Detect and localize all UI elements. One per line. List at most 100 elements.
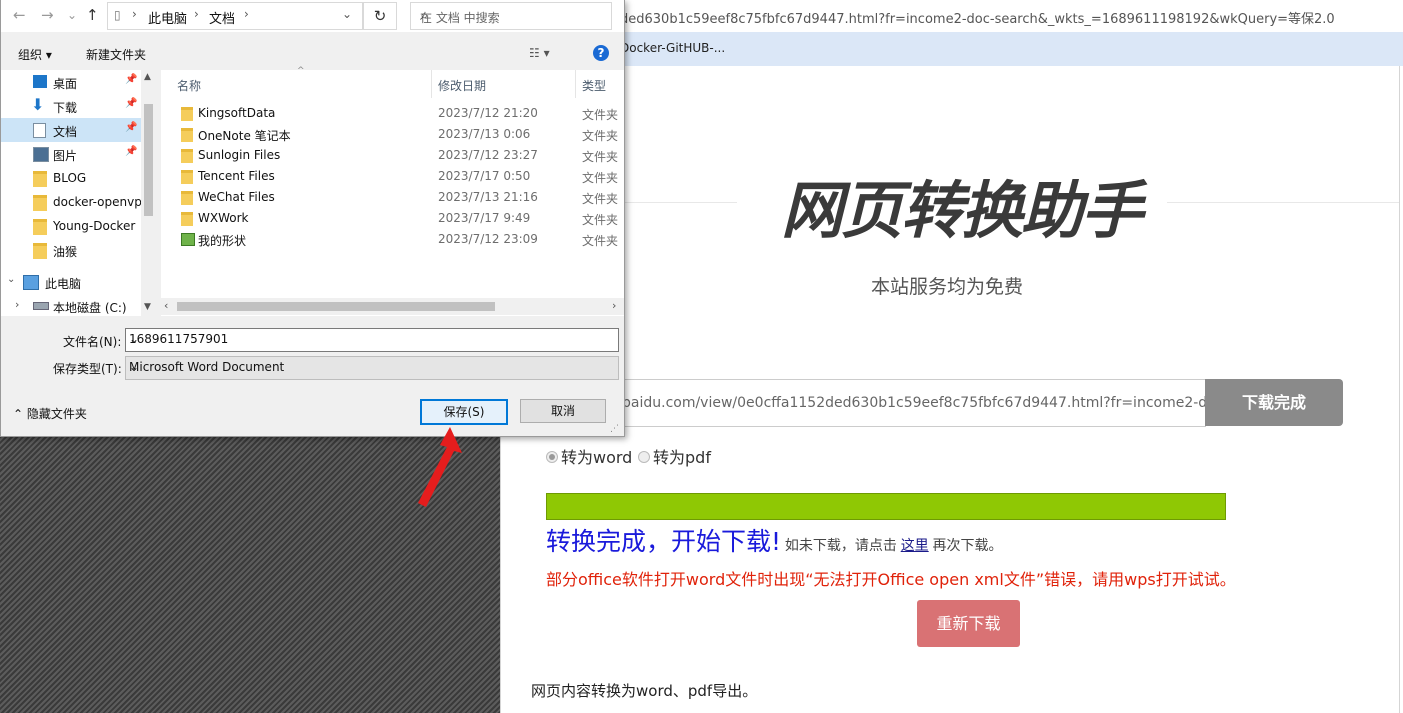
document-icon xyxy=(33,123,46,138)
search-input[interactable]: 在 文档 中搜索 ⌕ xyxy=(410,2,612,30)
view-options-icon[interactable]: ☷ ▾ xyxy=(529,46,550,60)
pin-icon: 📌 xyxy=(125,146,138,157)
file-row[interactable]: KingsoftData 2023/7/12 21:20 文件夹 xyxy=(161,103,624,124)
hide-folders-toggle[interactable]: ⌃ 隐藏文件夹 xyxy=(13,405,87,422)
nav-item-label: Young-Docker xyxy=(53,219,136,233)
file-row[interactable]: OneNote 笔记本 2023/7/13 0:06 文件夹 xyxy=(161,124,624,145)
nav-item-desktop[interactable]: 桌面 📌 xyxy=(1,70,141,94)
scrollbar-thumb[interactable] xyxy=(144,104,153,216)
file-row[interactable]: WXWork 2023/7/17 9:49 文件夹 xyxy=(161,208,624,229)
desktop-icon xyxy=(33,75,47,88)
folder-icon xyxy=(181,107,193,121)
file-type: 文件夹 xyxy=(582,171,619,185)
download-done-button[interactable]: 下载完成 xyxy=(1205,379,1343,426)
sort-up-icon: ^ xyxy=(297,66,305,76)
done-message-big: 转换完成，开始下载! xyxy=(546,527,782,556)
file-row[interactable]: 我的形状 2023/7/12 23:09 文件夹 xyxy=(161,229,624,250)
file-row[interactable]: WeChat Files 2023/7/13 21:16 文件夹 xyxy=(161,187,624,208)
forward-arrow-icon[interactable]: → xyxy=(41,6,54,24)
redownload-link[interactable]: 这里 xyxy=(901,538,929,554)
address-breadcrumb[interactable]: ▯ › 此电脑 › 文档 › ⌄ xyxy=(107,2,363,30)
folder-icon xyxy=(181,149,193,163)
file-name: 我的形状 xyxy=(198,234,247,248)
file-name: WeChat Files xyxy=(198,190,275,204)
column-header-modified[interactable]: 修改日期 xyxy=(438,77,486,94)
nav-item-documents[interactable]: 文档 📌 xyxy=(1,118,141,142)
web-page-content: 网页转换助手 本站服务均为免费 baidu.com/view/0e0cffa11… xyxy=(500,66,1400,713)
nav-item-blog[interactable]: BLOG xyxy=(1,166,141,190)
organize-menu[interactable]: 组织 ▾ xyxy=(18,46,52,63)
column-divider[interactable] xyxy=(431,70,432,98)
new-folder-button[interactable]: 新建文件夹 xyxy=(86,46,146,63)
radio-word-circle[interactable] xyxy=(546,450,558,463)
nav-item-youhou[interactable]: 油猴 xyxy=(1,238,141,262)
browser-url-text[interactable]: ded630b1c59eef8c75fbfc67d9447.html?fr=in… xyxy=(620,8,1335,27)
filetype-select[interactable]: Microsoft Word Document ⌄ xyxy=(125,356,619,380)
chevron-down-icon[interactable]: ⌄ xyxy=(342,7,352,21)
done-message-hint-tail: 再次下载。 xyxy=(932,538,1003,554)
breadcrumb-documents[interactable]: 文档 xyxy=(209,8,235,27)
file-name: WXWork xyxy=(198,211,249,225)
nav-item-pictures[interactable]: 图片 📌 xyxy=(1,142,141,166)
page-title: 网页转换助手 xyxy=(781,174,1143,247)
nav-item-this-pc[interactable]: ⌄ 此电脑 xyxy=(1,270,141,294)
back-arrow-icon[interactable]: ← xyxy=(13,6,26,24)
file-list-hscrollbar[interactable]: ‹ › xyxy=(161,298,624,315)
column-header-name[interactable]: 名称 xyxy=(177,77,201,94)
radio-word-label: 转为word xyxy=(561,448,633,467)
help-icon[interactable]: ? xyxy=(593,45,609,61)
chevron-down-icon[interactable]: ⌄ xyxy=(129,332,614,346)
file-row[interactable]: Sunlogin Files 2023/7/12 23:27 文件夹 xyxy=(161,145,624,166)
dialog-toolbar: 组织 ▾ 新建文件夹 ☷ ▾ xyxy=(1,38,624,68)
scroll-left-icon[interactable]: ‹ xyxy=(164,299,168,312)
conversion-progress-bar xyxy=(546,493,1226,520)
refresh-icon[interactable]: ↻ xyxy=(363,2,397,30)
scrollbar-thumb[interactable] xyxy=(177,302,495,311)
radio-pdf-circle[interactable] xyxy=(638,450,650,463)
picture-icon xyxy=(33,147,49,162)
chevron-up-icon: ⌃ xyxy=(13,407,24,421)
chevron-down-icon[interactable]: ⌄ xyxy=(129,360,614,374)
address-doc-icon: ▯ xyxy=(114,8,121,22)
folder-icon xyxy=(181,128,193,142)
up-arrow-icon[interactable]: ↑ xyxy=(86,6,99,24)
column-divider[interactable] xyxy=(575,70,576,98)
bookmark-item[interactable]: Docker-GitHUB-... xyxy=(620,41,725,55)
chevron-right-icon: › xyxy=(244,7,249,21)
scroll-right-icon[interactable]: › xyxy=(612,299,616,312)
nav-item-label: 桌面 xyxy=(53,77,78,91)
nav-item-label: 此电脑 xyxy=(45,277,82,291)
save-button[interactable]: 保存(S) xyxy=(420,399,508,425)
file-date: 2023/7/17 9:49 xyxy=(438,211,531,225)
resize-grip-icon[interactable]: ⋰ xyxy=(610,424,619,434)
pin-icon: 📌 xyxy=(125,98,138,109)
file-type: 文件夹 xyxy=(582,192,619,206)
nav-item-downloads[interactable]: ⬇ 下载 📌 xyxy=(1,94,141,118)
pin-icon: 📌 xyxy=(125,122,138,133)
radio-pdf-option[interactable]: 转为pdf xyxy=(638,444,711,468)
file-row[interactable]: Tencent Files 2023/7/17 0:50 文件夹 xyxy=(161,166,624,187)
filename-input[interactable]: 1689611757901 ⌄ xyxy=(125,328,619,352)
file-date: 2023/7/17 0:50 xyxy=(438,169,531,183)
redownload-button[interactable]: 重新下载 xyxy=(917,600,1020,647)
url-input-value: baidu.com/view/0e0cffa1152ded630b1c59eef… xyxy=(622,395,1206,411)
history-dropdown-icon[interactable]: ⌄ xyxy=(67,8,77,22)
folder-icon xyxy=(33,171,47,187)
chevron-right-icon: › xyxy=(194,7,199,21)
breadcrumb-this-pc[interactable]: 此电脑 xyxy=(148,8,187,27)
chevron-down-icon[interactable]: ⌄ xyxy=(7,274,15,285)
nav-item-local-disk[interactable]: › 本地磁盘 (C:) xyxy=(1,294,141,316)
radio-word-option[interactable]: 转为word xyxy=(546,444,632,468)
nav-item-label: 文档 xyxy=(53,125,78,139)
chevron-right-icon[interactable]: › xyxy=(15,298,19,311)
file-date: 2023/7/13 21:16 xyxy=(438,190,538,204)
cancel-button[interactable]: 取消 xyxy=(520,399,606,423)
url-input[interactable]: baidu.com/view/0e0cffa1152ded630b1c59eef… xyxy=(601,379,1206,427)
nav-item-young-docker[interactable]: Young-Docker xyxy=(1,214,141,238)
scroll-down-icon[interactable]: ▼ xyxy=(144,302,151,312)
nav-item-docker-openvp[interactable]: docker-openvp xyxy=(1,190,142,214)
folder-icon xyxy=(181,191,193,205)
nav-pane-scrollbar[interactable]: ▲ ▼ xyxy=(141,70,156,316)
column-header-type[interactable]: 类型 xyxy=(582,77,606,94)
scroll-up-icon[interactable]: ▲ xyxy=(144,72,151,82)
